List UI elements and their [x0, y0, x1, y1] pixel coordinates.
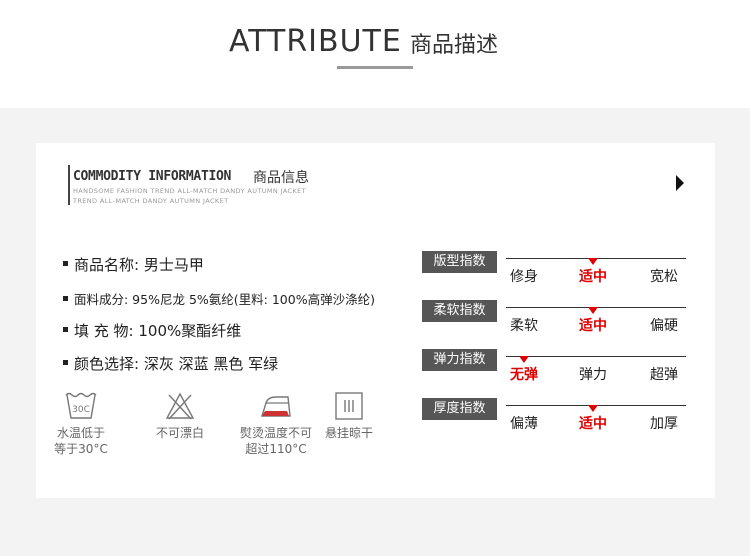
scale-option: 弹力: [579, 367, 607, 383]
no-bleach-icon: [165, 392, 195, 420]
spec-row: 填 充 物: 100%聚酯纤维: [63, 320, 241, 341]
care-text: 超过110°C: [245, 442, 307, 456]
care-text: 悬挂晾干: [324, 426, 373, 440]
spec-text: 面料成分: 95%尼龙 5%氨纶(里料: 100%高弹沙涤纶): [74, 292, 375, 307]
scale-option: 宽松: [650, 269, 678, 285]
spec-text: 填 充 物: 100%聚酯纤维: [74, 322, 242, 340]
scale-marker-icon: [519, 356, 529, 363]
header-band: ATTRIBUTE 商品描述: [0, 0, 750, 108]
scale-option: 偏薄: [510, 416, 538, 432]
scale-option: 修身: [510, 269, 538, 285]
info-title-en: COMMODITY INFORMATION: [73, 169, 232, 184]
play-arrow-icon[interactable]: [676, 175, 684, 191]
info-subtitle-1: HANDSOME FASHION TREND ALL-MATCH DANDY A…: [73, 187, 307, 195]
bullet-icon: [63, 296, 68, 301]
scale-marker-icon: [588, 258, 598, 265]
scale-option: 加厚: [650, 416, 678, 432]
spec-text: 颜色选择: 深灰 深蓝 黑色 军绿: [74, 355, 279, 373]
header-title-en: ATTRIBUTE: [229, 24, 402, 59]
scale-line: [506, 356, 686, 357]
iron-temp-icon: [261, 396, 291, 417]
bullet-icon: [63, 360, 68, 365]
care-text: 不可漂白: [155, 426, 204, 440]
header-title-cn: 商品描述: [410, 33, 499, 58]
care-text: 等于30°C: [54, 442, 108, 456]
spec-row: 颜色选择: 深灰 深蓝 黑色 军绿: [63, 353, 278, 374]
scale-label: 厚度指数: [422, 398, 497, 420]
spec-row: 面料成分: 95%尼龙 5%氨纶(里料: 100%高弹沙涤纶): [63, 289, 375, 308]
info-subtitle-2: TREND ALL-MATCH DANDY AUTUMN JACKET: [73, 197, 229, 205]
scale-option: 柔软: [510, 318, 538, 334]
scale-label: 柔软指数: [422, 300, 497, 322]
care-item-bleach: 不可漂白: [135, 391, 225, 441]
scale-option: 超弹: [650, 367, 678, 383]
scale-label: 弹力指数: [422, 349, 497, 371]
care-item-hang: 悬挂晾干: [304, 391, 394, 441]
bullet-icon: [63, 327, 68, 332]
spec-row: 商品名称: 男士马甲: [63, 254, 204, 275]
info-title-cn: 商品信息: [253, 170, 309, 186]
hang-dry-icon: [335, 392, 363, 420]
wash-badge: 30C: [72, 405, 90, 415]
header-underline: [337, 66, 413, 69]
care-item-wash: 30C 水温低于 等于30°C: [36, 391, 126, 457]
scale-option: 偏硬: [650, 318, 678, 334]
scale-option: 适中: [579, 318, 607, 334]
bullet-icon: [63, 261, 68, 266]
scale-marker-icon: [588, 307, 598, 314]
wash-30c-icon: 30C: [65, 392, 97, 419]
scale-marker-icon: [588, 405, 598, 412]
scale-option: 适中: [579, 416, 607, 432]
care-text: 水温低于: [56, 426, 105, 440]
scale-option: 适中: [579, 269, 607, 285]
info-card: COMMODITY INFORMATION 商品信息 HANDSOME FASH…: [36, 143, 715, 498]
info-border: [68, 165, 70, 205]
spec-text: 商品名称: 男士马甲: [74, 256, 204, 274]
scale-option: 无弹: [510, 367, 538, 383]
scale-label: 版型指数: [422, 251, 497, 273]
